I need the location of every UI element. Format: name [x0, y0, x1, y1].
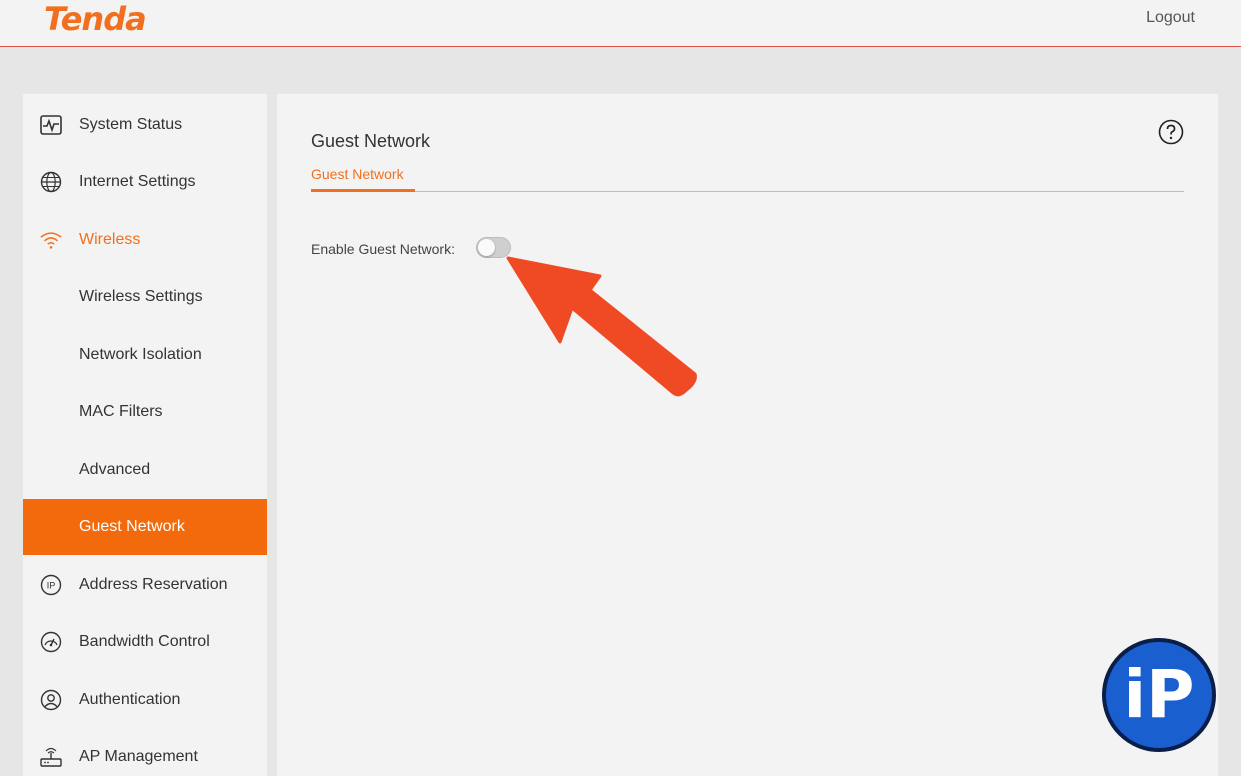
sidebar-item-mac-filters[interactable]: MAC Filters — [23, 384, 267, 440]
sidebar-item-label: Authentication — [79, 691, 181, 708]
help-icon[interactable] — [1158, 119, 1184, 145]
logout-link[interactable]: Logout — [1146, 9, 1195, 27]
ip-icon: IP — [39, 573, 63, 597]
sidebar-item-label: Advanced — [79, 461, 151, 478]
top-header: Tenda Logout — [0, 0, 1241, 47]
sidebar-item-ap-management[interactable]: AP Management — [23, 729, 267, 776]
sidebar-nav: System Status Internet Settings Wireless… — [23, 94, 267, 776]
sidebar-item-label: System Status — [79, 116, 183, 133]
tenda-logo[interactable]: Tenda — [44, 0, 147, 38]
sidebar-item-label: Wireless Settings — [79, 288, 203, 305]
globe-icon — [39, 170, 63, 194]
sidebar-item-advanced[interactable]: Advanced — [23, 442, 267, 498]
sidebar-item-authentication[interactable]: Authentication — [23, 672, 267, 728]
enable-guest-network-label: Enable Guest Network: — [311, 241, 455, 257]
page-title: Guest Network — [311, 131, 431, 151]
speedometer-icon — [39, 630, 63, 654]
tab-bar: Guest Network — [311, 166, 1184, 192]
annotation-arrow-icon — [506, 256, 697, 397]
sidebar-item-label: Address Reservation — [79, 576, 228, 593]
wifi-icon — [39, 228, 63, 252]
toggle-knob — [478, 239, 495, 256]
activity-monitor-icon — [39, 113, 63, 137]
sidebar-item-label: Network Isolation — [79, 346, 202, 363]
sidebar-item-wireless[interactable]: Wireless — [23, 212, 267, 268]
sidebar-item-address-reservation[interactable]: IP Address Reservation — [23, 557, 267, 613]
sidebar-item-internet-settings[interactable]: Internet Settings — [23, 154, 267, 210]
ip-watermark-badge-icon: iP — [1102, 638, 1216, 752]
sidebar-item-system-status[interactable]: System Status — [23, 97, 267, 153]
sidebar-item-wireless-settings[interactable]: Wireless Settings — [23, 269, 267, 325]
user-circle-icon — [39, 688, 63, 712]
router-icon — [39, 745, 63, 769]
sidebar-item-label: MAC Filters — [79, 403, 163, 420]
sidebar-item-network-isolation[interactable]: Network Isolation — [23, 327, 267, 383]
sidebar-item-label: Bandwidth Control — [79, 633, 210, 650]
sidebar-item-label: Wireless — [79, 231, 141, 248]
sidebar-item-label: Guest Network — [79, 518, 185, 535]
tab-guest-network[interactable]: Guest Network — [311, 166, 415, 192]
watermark-text: iP — [1124, 656, 1195, 733]
sidebar-item-guest-network[interactable]: Guest Network — [23, 499, 267, 555]
sidebar-item-label: AP Management — [79, 748, 198, 765]
svg-text:IP: IP — [47, 581, 56, 591]
sidebar-item-bandwidth-control[interactable]: Bandwidth Control — [23, 614, 267, 670]
main-content: Guest Network Guest Network Enable Guest… — [277, 94, 1218, 776]
sidebar-item-label: Internet Settings — [79, 173, 196, 190]
